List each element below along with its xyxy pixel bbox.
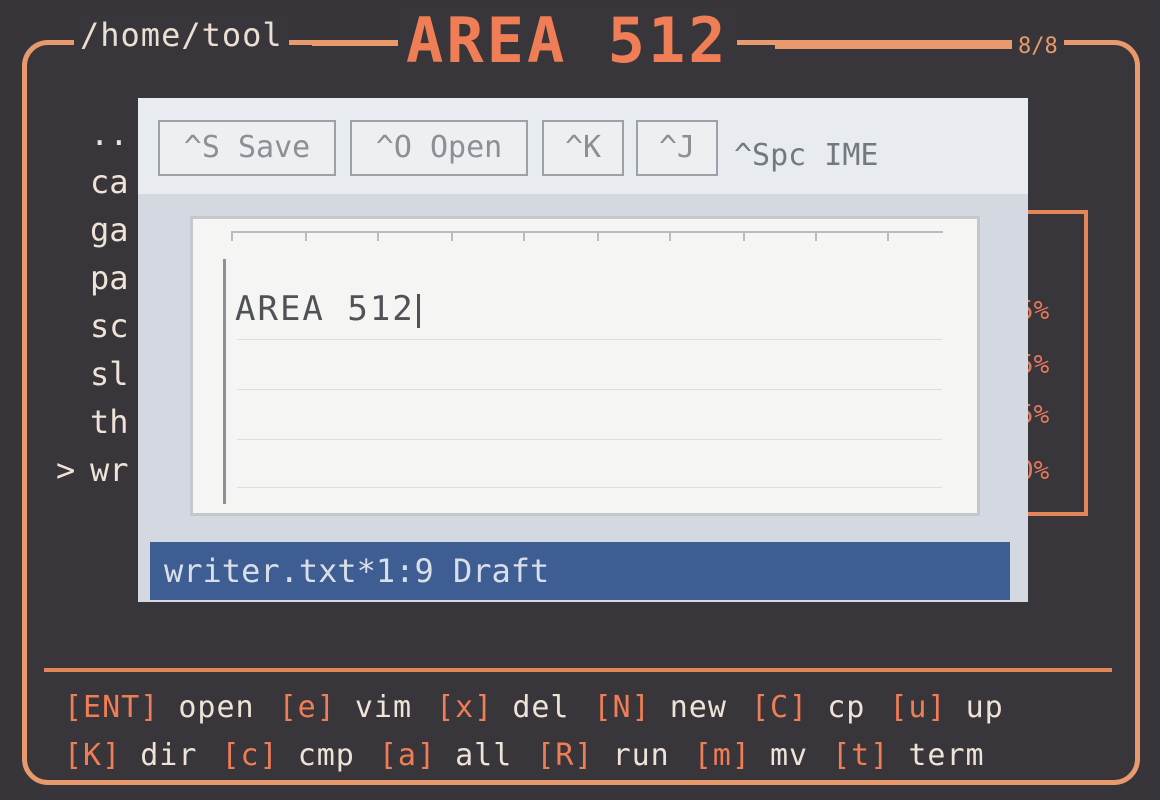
keybind-row-2: [K] dir [c] cmp [a] all [R] run [m] mv [t] te…: [64, 738, 985, 773]
file-item[interactable]: sc: [56, 302, 129, 350]
ruler-tick: [815, 233, 817, 241]
key-label: new: [669, 690, 727, 725]
key-label: open: [178, 690, 255, 725]
key-a[interactable]: [a]: [379, 738, 436, 773]
current-path: /home/tool: [74, 16, 289, 54]
ime-label: ^Spc IME: [734, 138, 879, 173]
page-rule: [237, 389, 942, 390]
file-item[interactable]: ca: [56, 158, 129, 206]
title-rule-left: [312, 41, 402, 46]
key-c[interactable]: [c]: [221, 738, 278, 773]
ruler-tick: [743, 233, 745, 241]
file-item[interactable]: ga: [56, 206, 129, 254]
ruler-tick: [523, 233, 525, 241]
ruler-tick: [669, 233, 671, 241]
key-enter[interactable]: [ENT]: [64, 690, 159, 725]
key-label: all: [455, 738, 513, 773]
key-x[interactable]: [x]: [436, 690, 493, 725]
ruler-tick: [231, 233, 233, 241]
editor-page[interactable]: AREA 512: [190, 216, 980, 516]
key-n[interactable]: [N]: [594, 690, 651, 725]
text-cursor: [416, 293, 420, 328]
ruler-tick: [451, 233, 453, 241]
selection-marker: >: [56, 451, 76, 489]
editor-modal: ^S Save ^O Open ^K ^J ^Spc IME AREA 512 …: [138, 98, 1028, 602]
open-button[interactable]: ^O Open: [350, 120, 528, 176]
key-label: cp: [827, 690, 866, 725]
key-label: dir: [140, 738, 198, 773]
page-rule: [237, 487, 942, 488]
key-label: del: [512, 690, 570, 725]
save-button[interactable]: ^S Save: [158, 120, 336, 176]
keybind-row-1: [ENT] open [e] vim [x] del [N] new [C] cp [u]…: [64, 690, 1004, 725]
file-count: 8/8: [1012, 34, 1064, 59]
title-rule-right: [775, 44, 1015, 49]
file-item[interactable]: pa: [56, 254, 129, 302]
key-label: cmp: [297, 738, 355, 773]
ruler-tick: [887, 233, 889, 241]
key-r[interactable]: [R]: [536, 738, 593, 773]
ruler-tick: [305, 233, 307, 241]
document-text[interactable]: AREA 512: [235, 289, 420, 329]
key-label: up: [965, 690, 1004, 725]
footer-divider: [44, 668, 1112, 672]
file-item-selected[interactable]: > wr: [56, 446, 129, 494]
ctrl-k-button[interactable]: ^K: [542, 120, 624, 176]
key-u[interactable]: [u]: [889, 690, 946, 725]
key-t[interactable]: [t]: [832, 738, 889, 773]
ruler-tick: [597, 233, 599, 241]
ruler: [231, 231, 943, 247]
page-rule: [237, 439, 942, 440]
file-item[interactable]: ..: [56, 110, 129, 158]
key-k[interactable]: [K]: [64, 738, 121, 773]
file-item[interactable]: sl: [56, 350, 129, 398]
key-label: mv: [770, 738, 809, 773]
ctrl-j-button[interactable]: ^J: [636, 120, 718, 176]
editor-toolbar: ^S Save ^O Open ^K ^J ^Spc IME: [138, 98, 1028, 194]
margin-line: [223, 259, 226, 504]
key-e[interactable]: [e]: [279, 690, 336, 725]
app-title: AREA 512: [398, 4, 737, 77]
file-item[interactable]: th: [56, 398, 129, 446]
file-list: .. ca ga pa sc sl th > wr: [56, 110, 129, 494]
key-label: run: [612, 738, 670, 773]
key-label: vim: [354, 690, 413, 725]
page-rule: [237, 339, 942, 340]
key-c-upper[interactable]: [C]: [751, 690, 808, 725]
key-label: term: [908, 738, 985, 773]
editor-status-bar: writer.txt*1:9 Draft: [150, 542, 1010, 600]
ruler-tick: [377, 233, 379, 241]
key-m[interactable]: [m]: [694, 738, 751, 773]
